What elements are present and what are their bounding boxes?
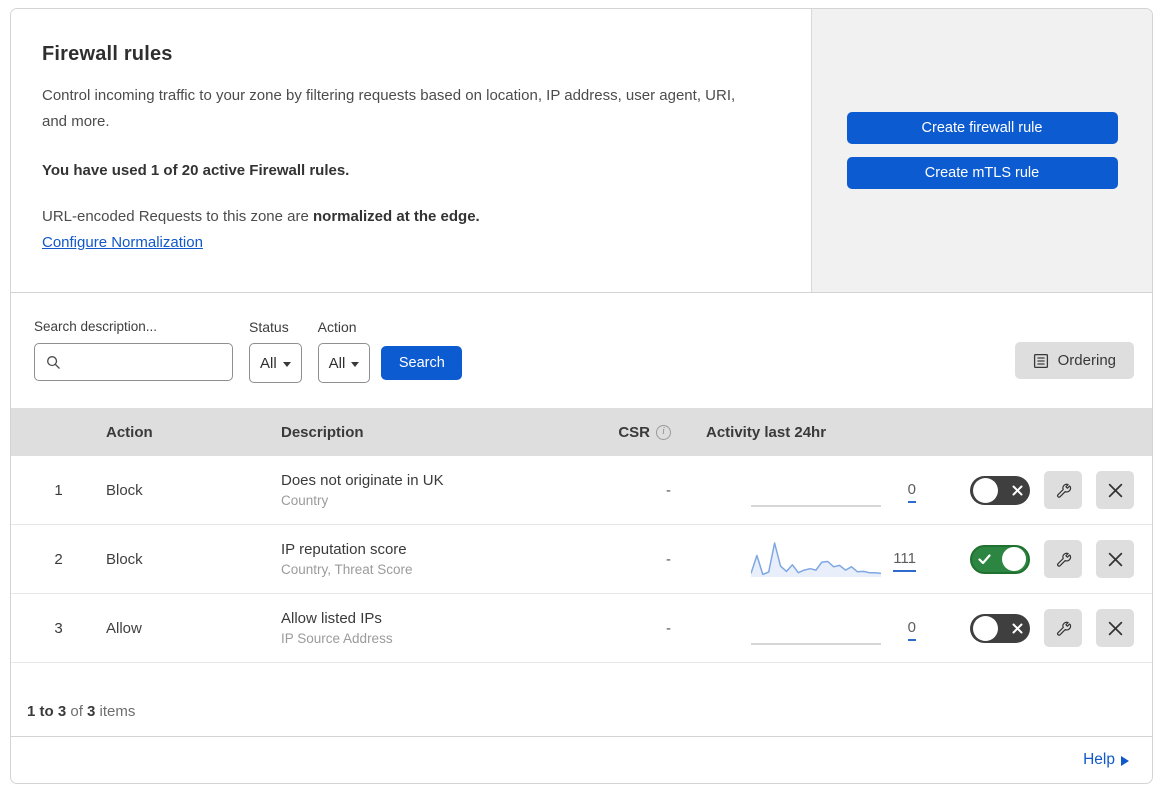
create-mtls-rule-button[interactable]: Create mTLS rule bbox=[846, 157, 1118, 189]
status-filter-dropdown[interactable]: All bbox=[249, 343, 302, 383]
action-filter-value: All bbox=[328, 354, 346, 372]
delete-rule-button[interactable] bbox=[1096, 540, 1134, 578]
list-icon bbox=[1033, 353, 1049, 369]
items-range: 1 to 3 bbox=[27, 703, 67, 720]
edit-rule-button[interactable] bbox=[1044, 609, 1082, 647]
items-of: of bbox=[66, 703, 88, 720]
check-icon bbox=[974, 553, 994, 565]
table-header: Action Description CSR i Activity last 2… bbox=[11, 408, 1152, 456]
close-icon bbox=[1108, 621, 1123, 636]
normalization-note-bold: normalized at the edge. bbox=[313, 208, 480, 225]
rule-priority: 2 bbox=[54, 550, 63, 568]
table-row: 3 Allow Allow listed IPs IP Source Addre… bbox=[11, 594, 1152, 663]
toggle-knob bbox=[973, 615, 998, 641]
delete-rule-button[interactable] bbox=[1096, 471, 1134, 509]
rule-criteria: Country, Threat Score bbox=[281, 562, 413, 577]
rule-enabled-toggle[interactable] bbox=[970, 613, 1030, 643]
header-section: Firewall rules Control incoming traffic … bbox=[11, 9, 1152, 293]
info-icon[interactable]: i bbox=[656, 424, 671, 440]
create-firewall-rule-button[interactable]: Create firewall rule bbox=[846, 112, 1118, 144]
wrench-icon bbox=[1055, 482, 1072, 499]
action-filter-label: Action bbox=[317, 319, 357, 335]
chevron-down-icon bbox=[282, 361, 291, 367]
help-bar: Help bbox=[11, 736, 1152, 783]
table-body: 1 Block Does not originate in UK Country… bbox=[11, 456, 1152, 663]
status-filter-label: Status bbox=[249, 319, 289, 335]
edit-rule-button[interactable] bbox=[1044, 540, 1082, 578]
column-action: Action bbox=[106, 423, 153, 441]
activity-sparkline bbox=[751, 608, 881, 648]
actions-panel: Create firewall rule Create mTLS rule bbox=[812, 9, 1152, 292]
column-activity: Activity last 24hr bbox=[706, 423, 827, 441]
rule-description: IP reputation score bbox=[281, 541, 407, 558]
search-button[interactable]: Search bbox=[381, 346, 463, 380]
items-word: items bbox=[95, 703, 136, 720]
search-icon bbox=[46, 355, 61, 370]
rule-priority: 3 bbox=[54, 619, 63, 637]
column-description: Description bbox=[281, 423, 364, 441]
rule-description: Allow listed IPs bbox=[281, 610, 382, 627]
activity-sparkline bbox=[751, 470, 881, 510]
rule-csr-value: - bbox=[666, 550, 671, 568]
normalization-note: URL-encoded Requests to this zone are no… bbox=[42, 208, 771, 225]
close-icon bbox=[1108, 483, 1123, 498]
usage-summary: You have used 1 of 20 active Firewall ru… bbox=[42, 162, 350, 179]
rule-action: Block bbox=[106, 481, 143, 499]
rule-csr-value: - bbox=[666, 619, 671, 637]
page-title: Firewall rules bbox=[42, 43, 173, 65]
rule-action: Allow bbox=[106, 619, 142, 637]
toggle-knob bbox=[973, 477, 998, 503]
help-link[interactable]: Help bbox=[1083, 751, 1129, 769]
rule-criteria: IP Source Address bbox=[281, 631, 393, 646]
table-row: 1 Block Does not originate in UK Country… bbox=[11, 456, 1152, 525]
chevron-down-icon bbox=[351, 361, 360, 367]
x-icon bbox=[1007, 485, 1027, 496]
activity-count-link[interactable]: 111 bbox=[893, 550, 916, 572]
page-description: Control incoming traffic to your zone by… bbox=[42, 87, 736, 130]
activity-sparkline bbox=[750, 539, 882, 579]
close-icon bbox=[1108, 552, 1123, 567]
rule-description: Does not originate in UK bbox=[281, 472, 444, 489]
rule-action: Block bbox=[106, 550, 143, 568]
edit-rule-button[interactable] bbox=[1044, 471, 1082, 509]
ordering-button-label: Ordering bbox=[1057, 352, 1116, 369]
header-text-panel: Firewall rules Control incoming traffic … bbox=[11, 9, 812, 292]
filter-bar: Search description... Status All Action … bbox=[11, 293, 1152, 408]
arrow-right-icon bbox=[1121, 755, 1129, 766]
rule-enabled-toggle[interactable] bbox=[970, 544, 1030, 574]
firewall-rules-card: Firewall rules Control incoming traffic … bbox=[10, 8, 1153, 784]
wrench-icon bbox=[1055, 620, 1072, 637]
pagination-summary: 1 to 3 of 3 items bbox=[11, 663, 1152, 735]
rule-csr-value: - bbox=[666, 481, 671, 499]
activity-count-link[interactable]: 0 bbox=[907, 619, 916, 641]
column-csr-label: CSR bbox=[618, 423, 650, 441]
wrench-icon bbox=[1055, 551, 1072, 568]
status-filter-value: All bbox=[260, 354, 277, 372]
configure-normalization-link[interactable]: Configure Normalization bbox=[42, 234, 203, 251]
column-csr: CSR i bbox=[611, 424, 671, 441]
help-link-label: Help bbox=[1083, 751, 1115, 768]
x-icon bbox=[1007, 623, 1027, 634]
toggle-knob bbox=[1002, 547, 1026, 571]
ordering-button[interactable]: Ordering bbox=[1014, 342, 1134, 379]
rule-criteria: Country bbox=[281, 493, 329, 508]
search-label: Search description... bbox=[34, 319, 158, 334]
rule-enabled-toggle[interactable] bbox=[970, 475, 1030, 505]
delete-rule-button[interactable] bbox=[1096, 609, 1134, 647]
activity-count-link[interactable]: 0 bbox=[907, 481, 916, 503]
search-description-input[interactable] bbox=[69, 344, 254, 380]
search-input-box[interactable] bbox=[34, 343, 254, 381]
action-filter-dropdown[interactable]: All bbox=[317, 343, 371, 383]
table-row: 2 Block IP reputation score Country, Thr… bbox=[11, 525, 1152, 594]
normalization-note-text: URL-encoded Requests to this zone are bbox=[42, 208, 313, 225]
rule-priority: 1 bbox=[54, 481, 63, 499]
